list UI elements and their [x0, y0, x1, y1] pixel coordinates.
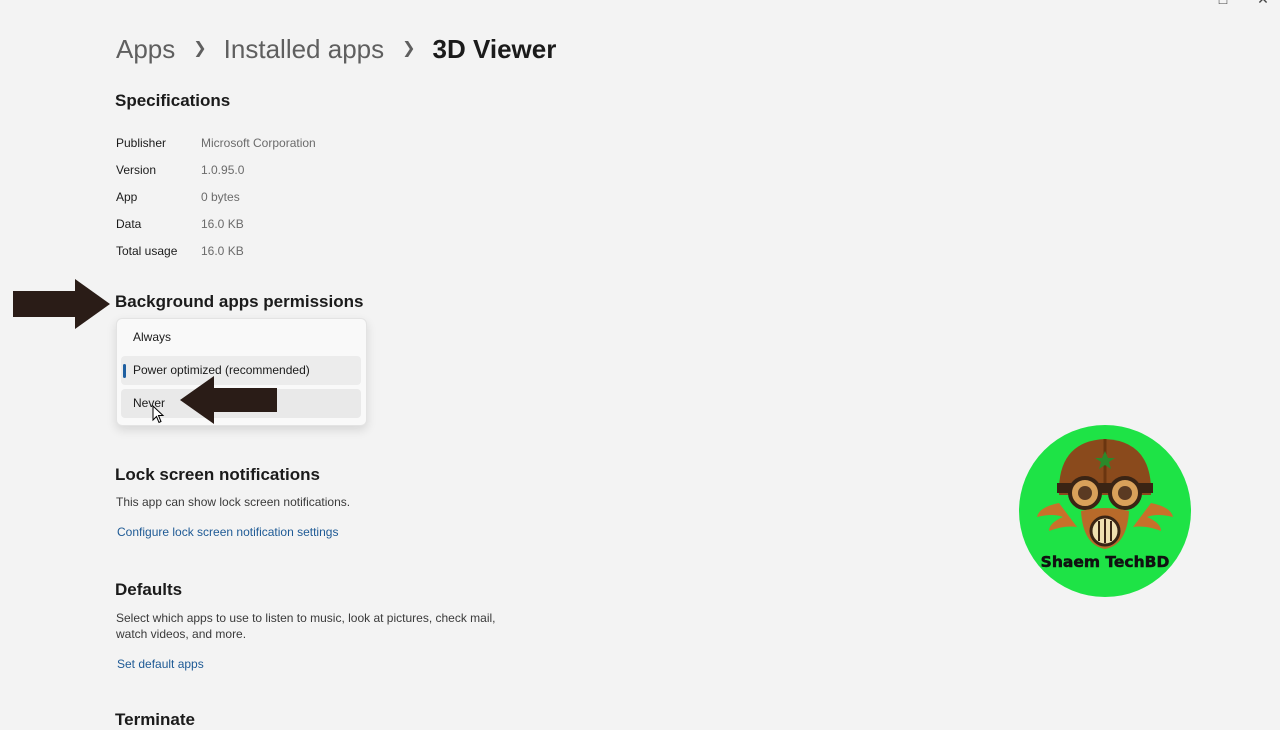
lock-screen-settings-link[interactable]: Configure lock screen notification setti… — [117, 525, 338, 539]
breadcrumb: Apps ❯ Installed apps ❯ 3D Viewer — [116, 34, 556, 65]
watermark-text: Shaem TechBD — [1040, 553, 1170, 572]
window-controls: □ ✕ — [1216, 0, 1270, 6]
selected-indicator — [123, 364, 126, 378]
channel-logo: Shaem TechBD — [1019, 425, 1191, 597]
aviator-mascot-icon — [1037, 439, 1173, 549]
specifications-heading: Specifications — [115, 91, 231, 110]
spec-row-data: Data 16.0 KB — [116, 210, 316, 237]
background-permissions-heading: Background apps permissions — [115, 292, 364, 311]
specifications-table: Publisher Microsoft Corporation Version … — [116, 130, 316, 264]
spec-row-version: Version 1.0.95.0 — [116, 157, 316, 184]
spec-label: App — [116, 189, 138, 204]
dropdown-option-label: Power optimized (recommended) — [133, 363, 310, 377]
breadcrumb-apps[interactable]: Apps — [116, 34, 175, 65]
terminate-heading: Terminate — [115, 710, 195, 729]
spec-value: 1.0.95.0 — [201, 163, 245, 178]
defaults-description-line: watch videos, and more. — [116, 627, 247, 641]
spec-label: Publisher — [116, 136, 167, 151]
restore-icon[interactable]: □ — [1216, 0, 1230, 6]
lock-screen-description: This app can show lock screen notificati… — [116, 495, 351, 509]
dropdown-option-always[interactable]: Always — [121, 323, 361, 352]
mouse-cursor-icon — [152, 405, 165, 424]
annotation-arrow-right — [13, 279, 110, 329]
defaults-heading: Defaults — [115, 580, 183, 599]
page-title: 3D Viewer — [432, 34, 557, 64]
close-icon[interactable]: ✕ — [1256, 0, 1270, 6]
spec-label: Version — [116, 163, 157, 178]
spec-label: Total usage — [116, 243, 178, 258]
breadcrumb-installed-apps[interactable]: Installed apps — [224, 34, 384, 65]
chevron-right-icon: ❯ — [193, 39, 207, 57]
spec-value: 16.0 KB — [201, 216, 244, 231]
spec-value: 0 bytes — [201, 189, 240, 204]
defaults-description: Select which apps to use to listen to mu… — [116, 610, 496, 642]
spec-row-publisher: Publisher Microsoft Corporation — [116, 130, 316, 157]
spec-row-total-usage: Total usage 16.0 KB — [116, 237, 316, 264]
set-default-apps-link[interactable]: Set default apps — [117, 657, 204, 671]
lock-screen-heading: Lock screen notifications — [115, 465, 320, 484]
spec-value: 16.0 KB — [201, 243, 244, 258]
annotation-arrow-left — [180, 376, 277, 424]
spec-label: Data — [116, 216, 142, 231]
chevron-right-icon: ❯ — [402, 39, 416, 57]
spec-value: Microsoft Corporation — [201, 136, 316, 151]
spec-row-app: App 0 bytes — [116, 184, 316, 211]
defaults-description-line: Select which apps to use to listen to mu… — [116, 611, 496, 625]
